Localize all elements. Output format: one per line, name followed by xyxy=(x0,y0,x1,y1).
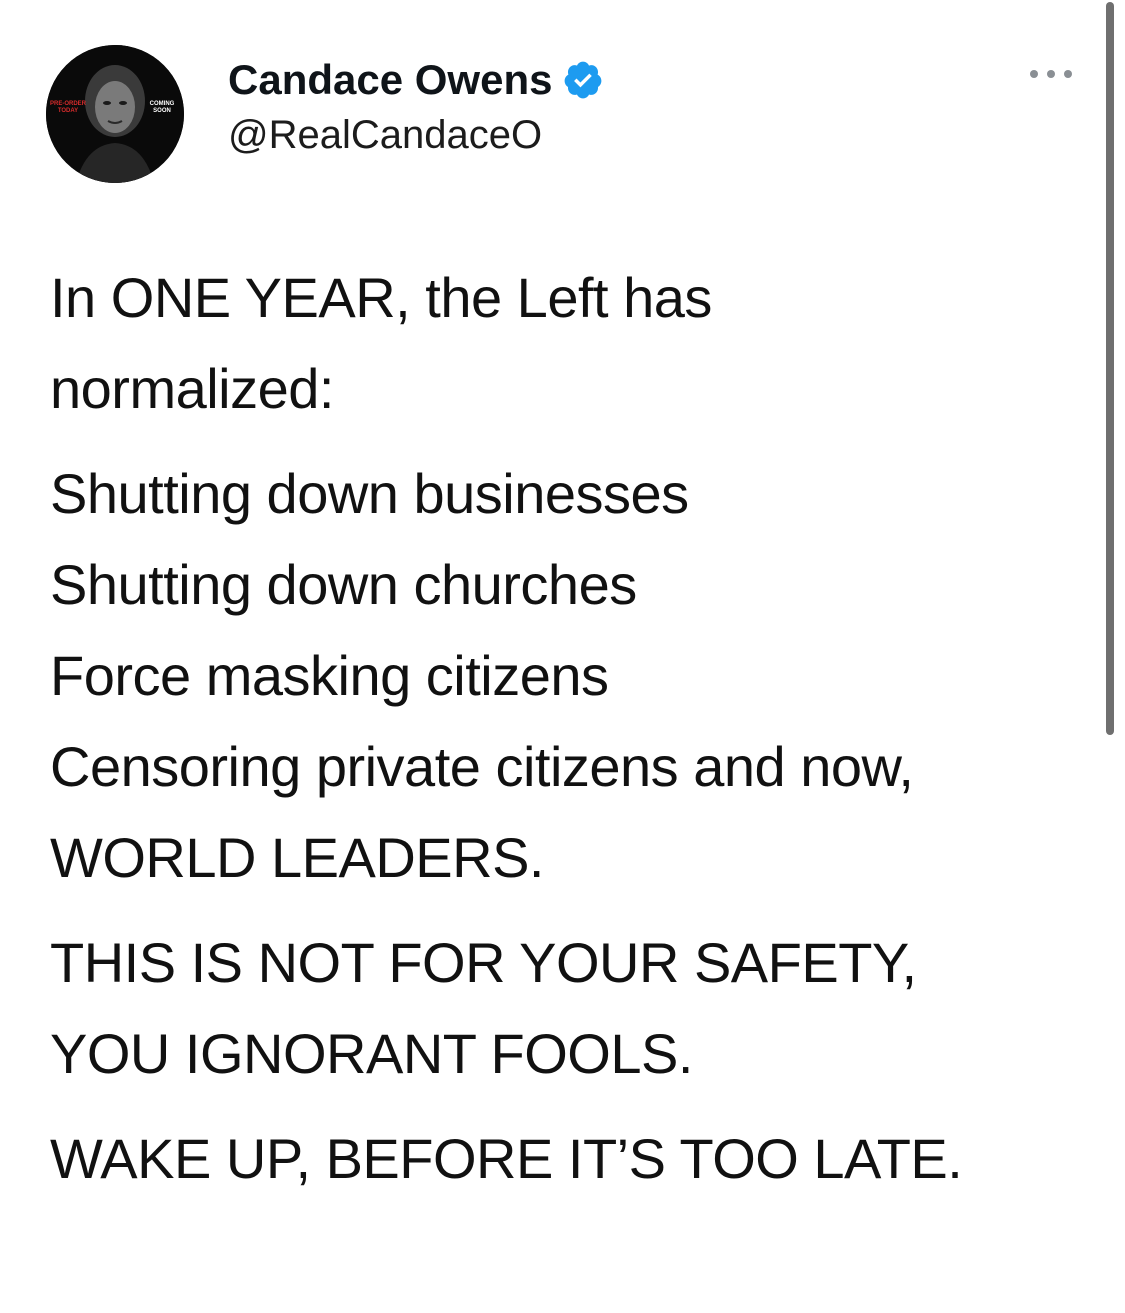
avatar-today-text: TODAY xyxy=(58,108,78,114)
avatar-coming-text: COMING xyxy=(150,101,175,107)
tweet-line: WORLD LEADERS. xyxy=(50,826,545,889)
tweet-text: In ONE YEAR, the Left has normalized: Sh… xyxy=(50,252,1090,1218)
tweet-line: THIS IS NOT FOR YOUR SAFETY, xyxy=(50,931,917,994)
avatar-preorder-text: PRE-ORDER xyxy=(50,101,87,107)
tweet-paragraph: WAKE UP, BEFORE IT’S TOO LATE. xyxy=(50,1113,1090,1204)
tweet-line: Shutting down churches xyxy=(50,553,637,616)
tweet-paragraph: THIS IS NOT FOR YOUR SAFETY, YOU IGNORAN… xyxy=(50,917,1090,1099)
display-name-text: Candace Owens xyxy=(228,56,553,103)
tweet-line: Force masking citizens xyxy=(50,644,609,707)
avatar[interactable]: PRE-ORDER TODAY COMING SOON xyxy=(46,45,184,183)
scrollbar-thumb[interactable] xyxy=(1106,2,1114,735)
tweet-line: In ONE YEAR, the Left has xyxy=(50,266,712,329)
more-horizontal-icon[interactable] xyxy=(1027,62,1075,86)
avatar-portrait: PRE-ORDER TODAY COMING SOON xyxy=(46,45,184,183)
tweet-line: WAKE UP, BEFORE IT’S TOO LATE. xyxy=(50,1127,963,1190)
user-handle[interactable]: @RealCandaceO xyxy=(228,112,542,158)
tweet-line: Censoring private citizens and now, xyxy=(50,735,914,798)
tweet-line: normalized: xyxy=(50,357,334,420)
tweet-paragraph: In ONE YEAR, the Left has normalized: xyxy=(50,252,1090,434)
display-name[interactable]: Candace Owens xyxy=(228,56,604,104)
tweet-line: Shutting down businesses xyxy=(50,462,689,525)
tweet-paragraph: Shutting down businesses Shutting down c… xyxy=(50,448,1090,903)
verified-badge-icon xyxy=(565,61,602,99)
tweet-line: YOU IGNORANT FOOLS. xyxy=(50,1022,693,1085)
avatar-soon-text: SOON xyxy=(153,108,171,114)
